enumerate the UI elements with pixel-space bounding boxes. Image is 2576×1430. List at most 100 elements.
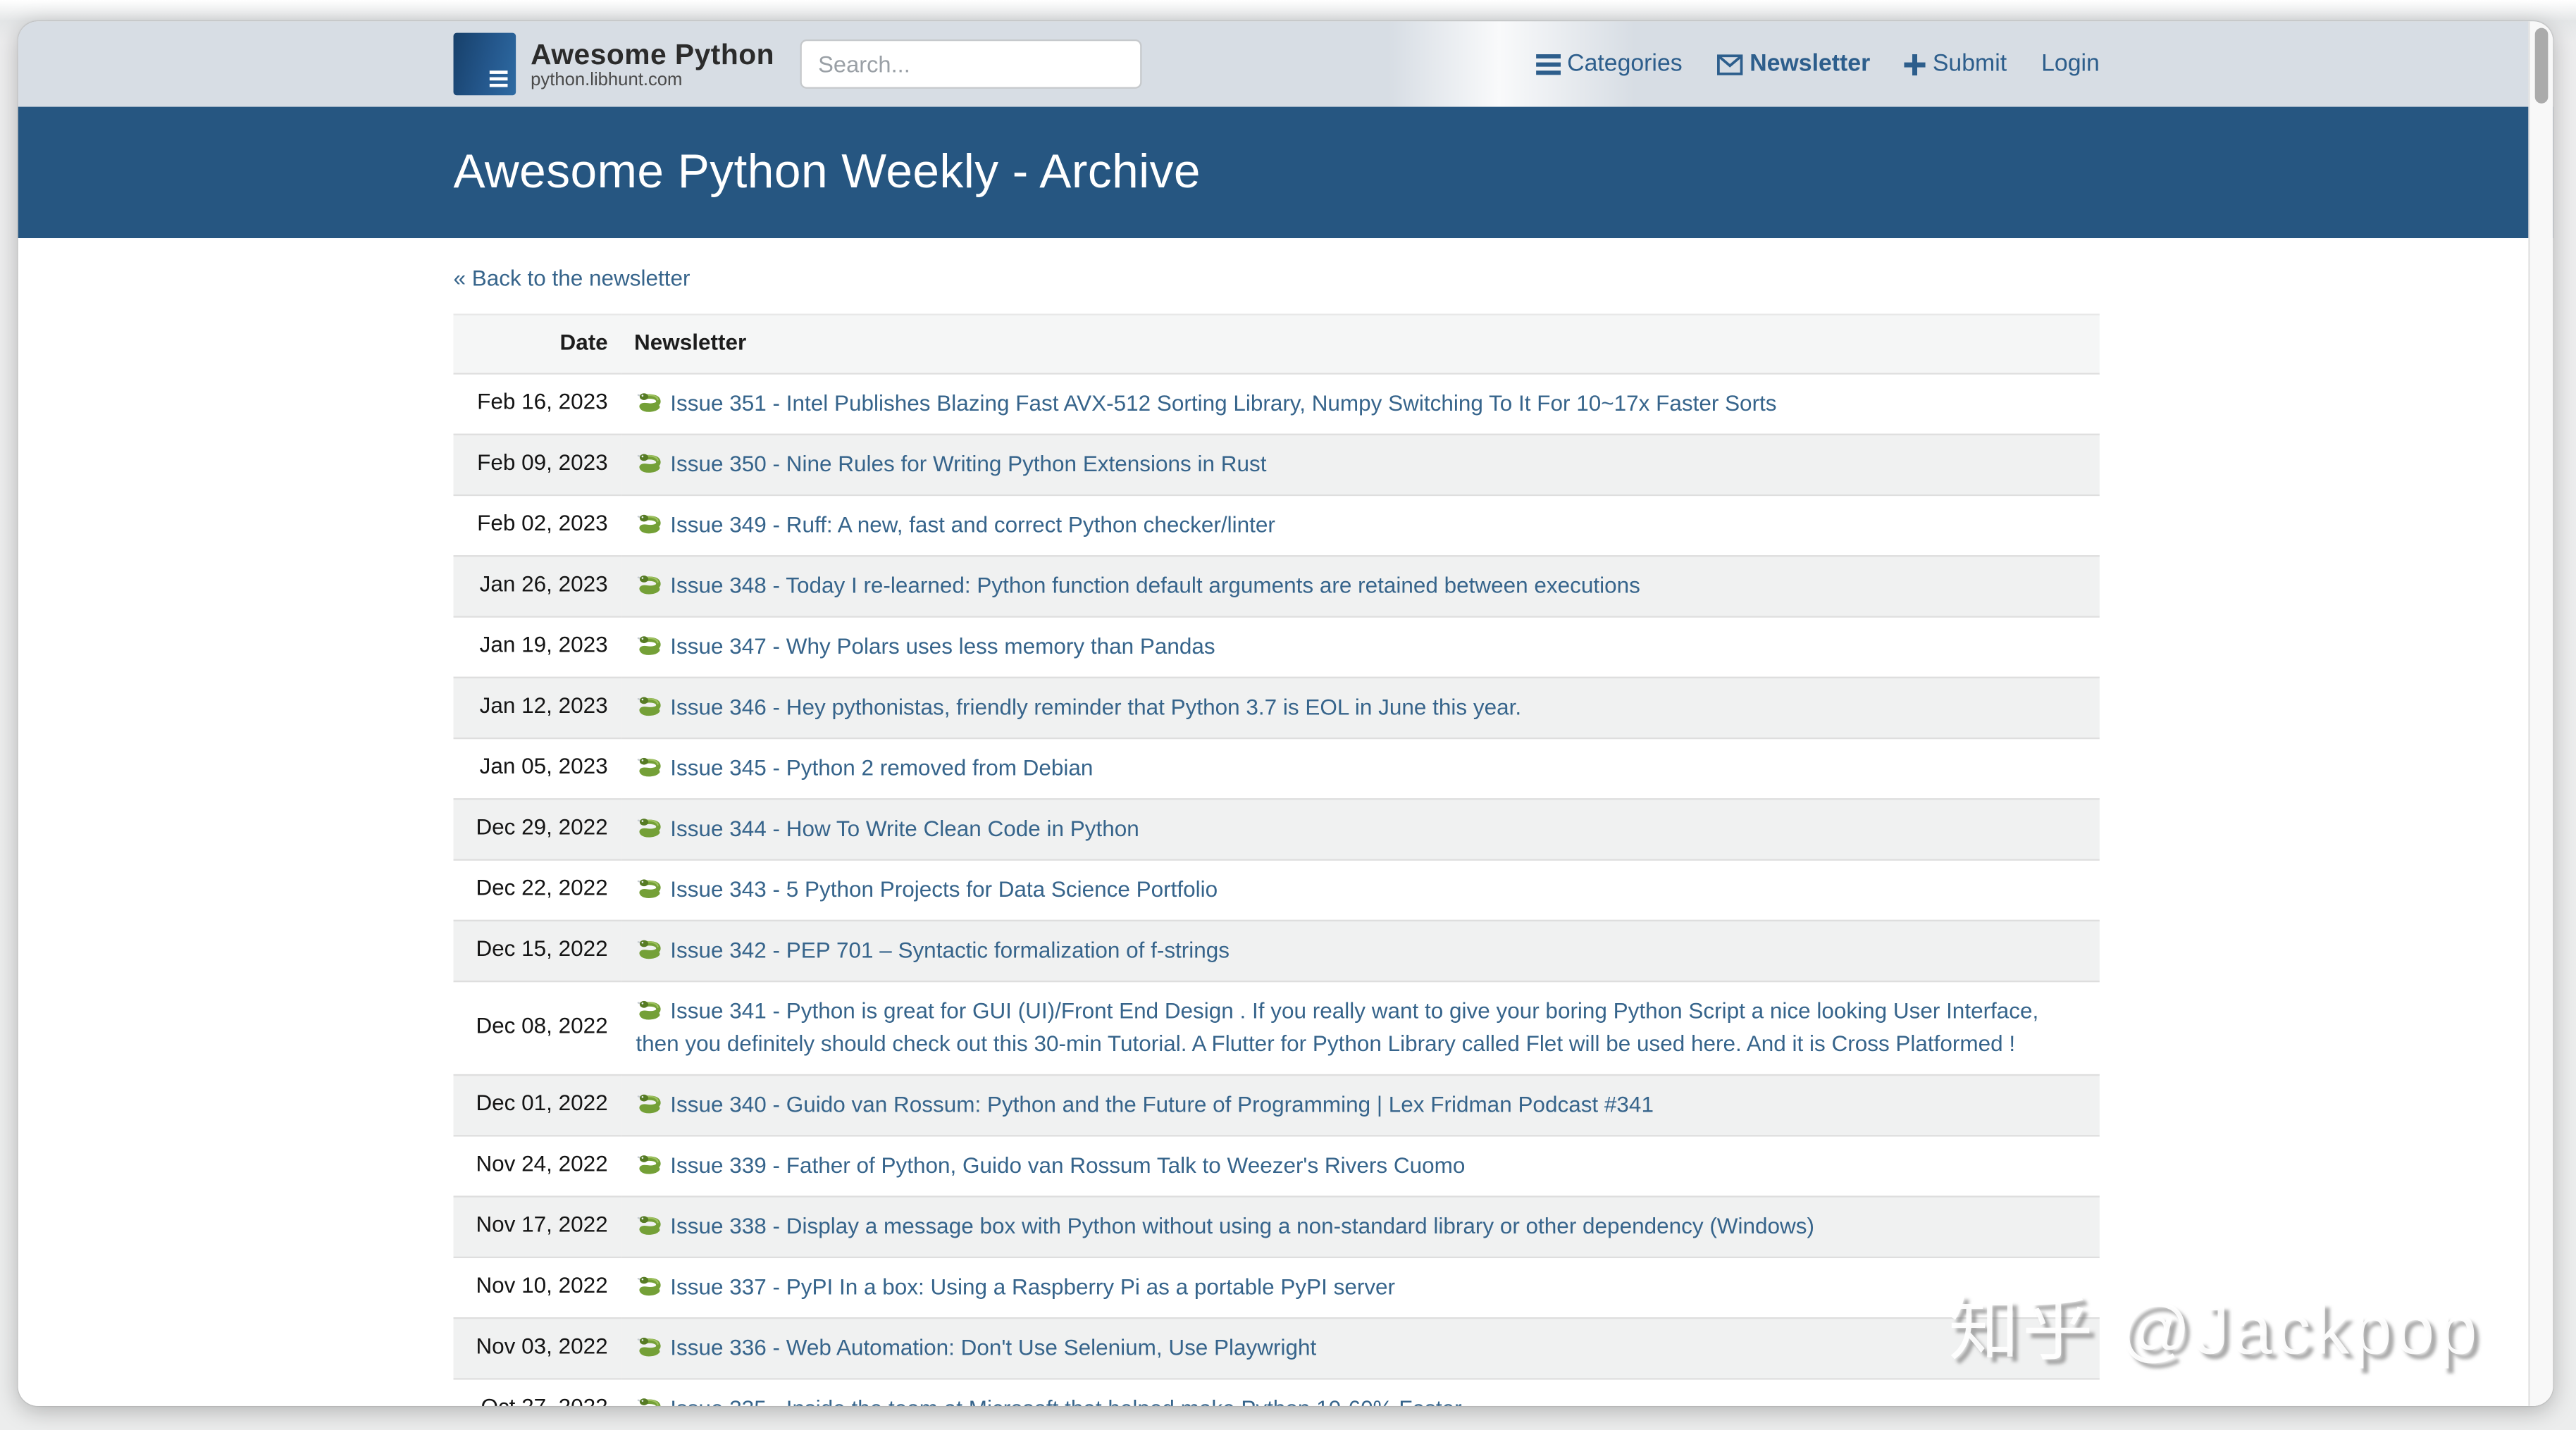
issue-link[interactable]: Issue 344 - How To Write Clean Code in P… [636, 816, 1139, 840]
site-header: Awesome Python python.libhunt.com Catego… [18, 21, 2553, 106]
issue-link[interactable]: Issue 337 - PyPI In a box: Using a Raspb… [636, 1274, 1395, 1298]
nav-categories[interactable]: Categories [1536, 51, 1683, 77]
issue-link[interactable]: Issue 348 - Today I re-learned: Python f… [636, 573, 1640, 597]
issue-link[interactable]: Issue 351 - Intel Publishes Blazing Fast… [636, 390, 1776, 415]
back-to-newsletter-link[interactable]: « Back to the newsletter [454, 264, 691, 294]
logo-title: Awesome Python [531, 37, 774, 70]
logo-menu-bars-icon [490, 68, 508, 87]
issue-date: Jan 19, 2023 [454, 616, 621, 676]
issue-link[interactable]: Issue 339 - Father of Python, Guido van … [636, 1152, 1465, 1177]
issue-title: Issue 342 - PEP 701 – Syntactic formaliz… [670, 937, 1230, 962]
issue-date: Feb 09, 2023 [454, 434, 621, 495]
python-snake-icon [636, 570, 664, 598]
issue-title: Issue 338 - Display a message box with P… [670, 1213, 1814, 1238]
issue-title: Issue 336 - Web Automation: Don't Use Se… [670, 1334, 1316, 1359]
table-row: Feb 09, 2023 Issue 350 - Nine Rules for W… [454, 434, 2100, 495]
issue-date: Dec 01, 2022 [454, 1074, 621, 1135]
issue-date: Jan 05, 2023 [454, 738, 621, 798]
table-header-row: Date Newsletter [454, 315, 2100, 373]
table-row: Jan 05, 2023 Issue 345 - Python 2 removed… [454, 738, 2100, 798]
issue-link[interactable]: Issue 350 - Nine Rules for Writing Pytho… [636, 451, 1266, 475]
issue-title: Issue 351 - Intel Publishes Blazing Fast… [670, 390, 1776, 415]
table-row: Nov 03, 2022 Issue 336 - Web Automation: … [454, 1317, 2100, 1378]
table-row: Dec 08, 2022 Issue 341 - Python is great … [454, 981, 2100, 1074]
issue-date: Jan 26, 2023 [454, 555, 621, 616]
nav-login[interactable]: Login [2041, 51, 2100, 77]
issue-date: Dec 29, 2022 [454, 798, 621, 859]
issue-link[interactable]: Issue 338 - Display a message box with P… [636, 1213, 1814, 1238]
site-logo[interactable]: Awesome Python python.libhunt.com [454, 33, 775, 96]
issue-link[interactable]: Issue 341 - Python is great for GUI (UI)… [636, 997, 2038, 1055]
python-snake-icon [636, 752, 664, 781]
issue-title: Issue 344 - How To Write Clean Code in P… [670, 816, 1139, 840]
issue-link[interactable]: Issue 335 - Inside the team at Microsoft… [636, 1395, 1461, 1406]
issue-date: Feb 16, 2023 [454, 373, 621, 433]
column-header-date: Date [454, 315, 621, 373]
issue-link[interactable]: Issue 345 - Python 2 removed from Debian [636, 754, 1093, 779]
logo-subtitle: python.libhunt.com [531, 70, 774, 91]
python-snake-icon [636, 509, 664, 537]
newsletter-archive-table: Date Newsletter Feb 16, 2023 Issue 351 - … [454, 313, 2100, 1406]
issue-title: Issue 341 - Python is great for GUI (UI)… [636, 997, 2038, 1055]
issue-date: Jan 12, 2023 [454, 677, 621, 738]
issue-title: Issue 335 - Inside the team at Microsoft… [670, 1395, 1461, 1406]
table-row: Jan 19, 2023 Issue 347 - Why Polars uses … [454, 616, 2100, 676]
python-snake-icon [636, 995, 664, 1024]
table-row: Feb 02, 2023 Issue 349 - Ruff: A new, fas… [454, 495, 2100, 555]
issue-title: Issue 346 - Hey pythonistas, friendly re… [670, 694, 1521, 719]
logo-square-icon [454, 33, 516, 96]
issue-title: Issue 347 - Why Polars uses less memory … [670, 633, 1215, 658]
scrollbar-thumb[interactable] [2535, 28, 2549, 104]
issue-title: Issue 345 - Python 2 removed from Debian [670, 754, 1093, 779]
table-row: Dec 22, 2022 Issue 343 - 5 Python Project… [454, 859, 2100, 919]
issue-date: Nov 24, 2022 [454, 1135, 621, 1195]
table-row: Oct 27, 2022 Issue 335 - Inside the team … [454, 1378, 2100, 1406]
newsletter-table-body: Feb 16, 2023 Issue 351 - Intel Publishes … [454, 373, 2100, 1406]
issue-title: Issue 348 - Today I re-learned: Python f… [670, 573, 1640, 597]
issue-link[interactable]: Issue 343 - 5 Python Projects for Data S… [636, 876, 1218, 901]
scrollbar-track[interactable] [2528, 21, 2553, 1406]
issue-date: Feb 02, 2023 [454, 495, 621, 555]
issue-date: Dec 08, 2022 [454, 981, 621, 1074]
table-row: Dec 15, 2022 Issue 342 - PEP 701 – Syntac… [454, 920, 2100, 981]
python-snake-icon [636, 449, 664, 477]
table-row: Nov 24, 2022 Issue 339 - Father of Python… [454, 1135, 2100, 1195]
envelope-icon [1717, 54, 1743, 75]
issue-link[interactable]: Issue 336 - Web Automation: Don't Use Se… [636, 1334, 1316, 1359]
issue-link[interactable]: Issue 346 - Hey pythonistas, friendly re… [636, 694, 1521, 719]
issue-link[interactable]: Issue 347 - Why Polars uses less memory … [636, 633, 1215, 658]
issue-date: Dec 22, 2022 [454, 859, 621, 919]
issue-title: Issue 340 - Guido van Rossum: Python and… [670, 1091, 1654, 1116]
python-snake-icon [636, 935, 664, 963]
page-content: « Back to the newsletter Date Newsletter… [18, 238, 2553, 1406]
issue-link[interactable]: Issue 340 - Guido van Rossum: Python and… [636, 1091, 1654, 1116]
table-row: Nov 17, 2022Issue 338 - Display a messag… [454, 1195, 2100, 1256]
page-title: Awesome Python Weekly - Archive [454, 145, 1201, 199]
issue-date: Oct 27, 2022 [454, 1378, 621, 1406]
issue-date: Nov 03, 2022 [454, 1317, 621, 1378]
table-row: Feb 16, 2023 Issue 351 - Intel Publishes … [454, 373, 2100, 433]
nav-newsletter[interactable]: Newsletter [1717, 51, 1871, 77]
menu-icon [1536, 54, 1561, 75]
python-snake-icon [636, 1210, 664, 1238]
table-row: Dec 01, 2022 Issue 340 - Guido van Rossum… [454, 1074, 2100, 1135]
search-input[interactable] [800, 39, 1142, 89]
python-snake-icon [636, 873, 664, 902]
python-snake-icon [636, 1393, 664, 1406]
column-header-newsletter: Newsletter [621, 315, 2099, 373]
hero-banner: Awesome Python Weekly - Archive [18, 107, 2553, 239]
python-snake-icon [636, 1089, 664, 1117]
nav-submit[interactable]: Submit [1905, 51, 2007, 77]
python-snake-icon [636, 1150, 664, 1178]
issue-link[interactable]: Issue 349 - Ruff: A new, fast and correc… [636, 511, 1275, 536]
python-snake-icon [636, 630, 664, 659]
plus-icon [1905, 54, 1926, 75]
python-snake-icon [636, 1272, 664, 1300]
browser-page-window: Awesome Python python.libhunt.com Catego… [18, 21, 2553, 1406]
table-row: Dec 29, 2022 Issue 344 - How To Write Cle… [454, 798, 2100, 859]
issue-title: Issue 343 - 5 Python Projects for Data S… [670, 876, 1218, 901]
issue-date: Dec 15, 2022 [454, 920, 621, 981]
table-row: Jan 12, 2023 Issue 346 - Hey pythonistas,… [454, 677, 2100, 738]
main-nav: Categories Newsletter Submit Login [1536, 21, 2100, 106]
issue-link[interactable]: Issue 342 - PEP 701 – Syntactic formaliz… [636, 937, 1230, 962]
